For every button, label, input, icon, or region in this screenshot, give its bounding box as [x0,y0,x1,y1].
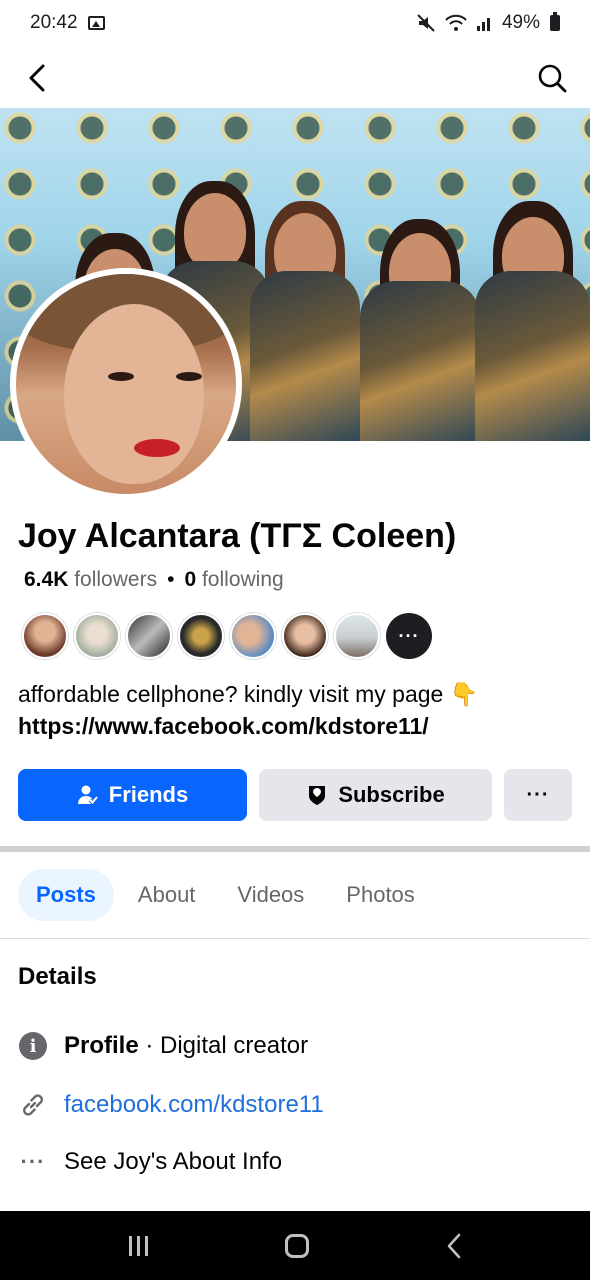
battery-icon [550,12,560,31]
website-link[interactable]: facebook.com/kdstore11 [64,1091,324,1119]
search-button[interactable] [532,58,572,98]
friend-avatar[interactable] [74,613,120,659]
shield-icon [309,786,326,805]
tab-photos[interactable]: Photos [328,869,433,921]
status-bar: 20:42 49% [0,0,590,46]
back-button[interactable] [18,58,58,98]
cover-person [360,161,480,441]
section-divider [0,846,590,852]
details-heading: Details [18,963,97,990]
followers-count: 6.4K [24,568,69,591]
following-link[interactable]: 0 following [184,568,283,591]
status-icons: 49% [416,12,560,34]
cover-person [475,151,590,441]
gallery-icon [87,16,105,30]
profile-bio: affordable cellphone? kindly visit my pa… [18,678,578,742]
mute-icon [417,14,435,32]
link-icon [23,1094,43,1116]
system-navigation-bar [0,1211,590,1280]
bio-link[interactable]: https://www.facebook.com/kdstore11/ [18,710,578,742]
friends-button[interactable]: Friends [18,769,247,821]
detail-about-row[interactable]: ··· See Joy's About Info [18,1147,283,1177]
friends-avatar-row: ··· [22,613,432,659]
followers-link[interactable]: 6.4K followers [24,568,157,591]
friend-avatar[interactable] [22,613,68,659]
more-friends-button[interactable]: ··· [386,613,432,659]
back-arrow-icon [29,64,45,92]
back-nav-icon[interactable] [446,1233,462,1259]
detail-profile-row: i Profile · Digital creator [18,1031,308,1061]
friend-avatar[interactable] [178,613,224,659]
following-count: 0 [184,568,197,591]
wifi-icon [445,14,467,31]
see-about-info-link[interactable]: See Joy's About Info [64,1148,282,1176]
friend-avatar[interactable] [126,613,172,659]
signal-icon [476,18,490,31]
profile-category: Digital creator [160,1032,309,1059]
profile-separator: · [138,1032,161,1059]
subscribe-button[interactable]: Subscribe [259,769,492,821]
friend-avatar[interactable] [282,613,328,659]
follow-stats: 6.4K followers • 0 following [24,568,284,592]
followers-label: followers [74,568,158,591]
cover-person [250,151,360,441]
friends-button-label: Friends [108,782,189,807]
tab-posts[interactable]: Posts [18,869,114,921]
info-icon: i [19,1032,47,1060]
battery-percent: 49% [501,12,540,33]
tabs-divider [0,938,590,939]
tab-videos[interactable]: Videos [219,869,322,921]
search-icon [538,64,567,93]
recents-button[interactable] [128,1235,148,1256]
pointing-down-icon: 👇 [449,681,479,707]
subscribe-button-label: Subscribe [338,782,445,807]
profile-actions: Friends Subscribe ··· [18,769,572,821]
more-options-button[interactable]: ··· [504,769,572,821]
profile-picture[interactable] [10,268,242,500]
top-navigation [0,50,590,106]
detail-link-row[interactable]: facebook.com/kdstore11 [18,1090,324,1120]
status-time: 20:42 [30,12,78,33]
ellipsis-icon: ··· [20,1149,46,1174]
friends-icon [77,785,99,806]
friend-avatar[interactable] [230,613,276,659]
friend-avatar[interactable] [334,613,380,659]
bio-text: affordable cellphone? kindly visit my pa… [18,681,444,707]
profile-tabs: Posts About Videos Photos [18,869,433,921]
home-button[interactable] [284,1233,309,1258]
profile-photo [16,274,236,494]
profile-label: Profile [64,1032,139,1059]
stats-separator: • [167,568,175,591]
following-label: following [201,568,284,591]
tab-about[interactable]: About [120,869,214,921]
profile-name: Joy Alcantara (ΤΓΣ Coleen) [18,517,457,555]
